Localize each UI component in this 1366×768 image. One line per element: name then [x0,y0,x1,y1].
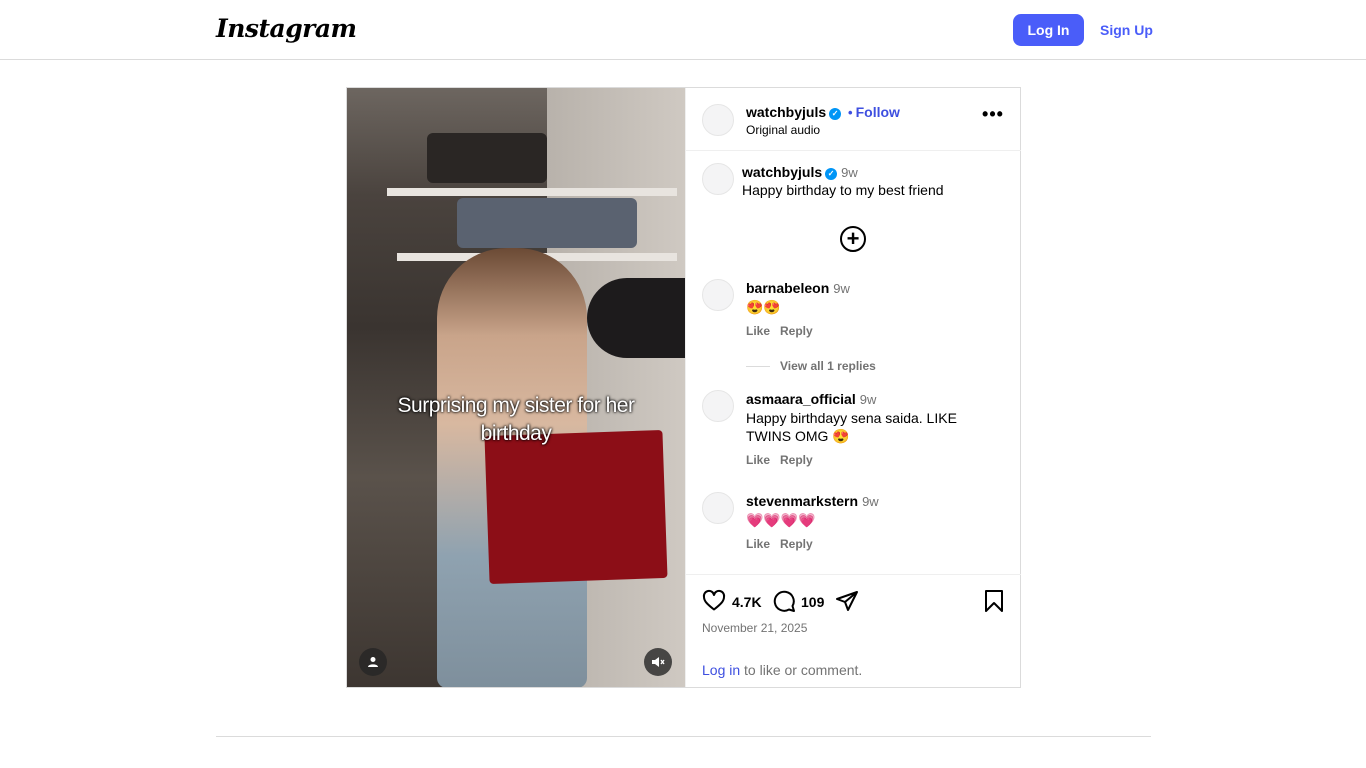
login-prompt-text: to like or comment. [740,662,863,678]
likes-count[interactable]: 4.7K [732,594,762,610]
folded-clothes [427,133,547,183]
avatar[interactable] [702,104,734,136]
caption-username[interactable]: watchbyjuls [742,164,822,180]
comment-username[interactable]: stevenmarkstern [746,493,858,509]
post-card: Surprising my sister for her birthday wa… [346,87,1021,688]
comment-author: stevenmarkstern 9w [746,493,879,509]
more-options-icon[interactable]: ••• [982,105,1004,129]
follow-button[interactable]: Follow [856,104,900,120]
avatar[interactable] [702,492,734,524]
comment-actions: Like Reply [746,453,823,467]
comment-time: 9w [859,392,877,407]
comment-text: Happy birthdayy sena saida. LIKE TWINS O… [746,410,957,444]
gift-bag [484,429,668,585]
reply-button[interactable]: Reply [780,453,813,467]
comment-actions: Like Reply [746,537,823,551]
view-replies-label: View all 1 replies [780,359,876,373]
like-comment-button[interactable]: Like [746,453,770,467]
login-link[interactable]: Log in [702,662,740,678]
avatar[interactable] [702,279,734,311]
closet-shelf [387,188,677,196]
avatar[interactable] [702,390,734,422]
comment-username[interactable]: asmaara_official [746,391,856,407]
caption-author: watchbyjuls ✓ 9w [742,164,858,180]
post-header: watchbyjuls ✓ • Follow Original audio ••• [686,88,1021,151]
comment-author: barnabeleon 9w [746,280,850,296]
comment-time: 9w [833,281,850,296]
comment-username[interactable]: barnabeleon [746,280,829,296]
post-sidebar: watchbyjuls ✓ • Follow Original audio ••• … [685,88,1021,687]
comments-count[interactable]: 109 [801,594,824,610]
signup-link[interactable]: Sign Up [1100,22,1153,38]
author-username[interactable]: watchbyjuls [746,104,826,120]
caption-text: Happy birthday to my best friend [742,182,944,198]
comment-actions: Like Reply [746,324,823,338]
instagram-logo[interactable]: Instagram [216,14,357,43]
speaker-muted-icon[interactable] [644,648,672,676]
post-author: watchbyjuls ✓ • Follow [746,104,900,120]
comment-author: asmaara_official 9w [746,391,876,407]
person-icon[interactable] [359,648,387,676]
post-actions: 4.7K 109 November 21, 2025 Log in to lik… [686,574,1021,687]
reply-button[interactable]: Reply [780,324,813,338]
avatar[interactable] [702,163,734,195]
comment-time: 9w [862,494,879,509]
verified-badge-icon: ✓ [829,107,842,120]
comment-text: 💗💗💗💗 [746,512,816,528]
comments-section: watchbyjuls ✓ 9w Happy birthday to my best… [686,152,1021,573]
load-more-comments-icon[interactable]: + [840,226,866,252]
verified-badge-icon: ✓ [825,167,838,180]
footer-divider [216,736,1151,737]
video-overlay-text: Surprising my sister for her birthday [397,394,635,445]
reply-button[interactable]: Reply [780,537,813,551]
reel-video[interactable]: Surprising my sister for her birthday [347,88,685,687]
post-date[interactable]: November 21, 2025 [702,621,807,635]
bookmark-icon[interactable] [982,589,1006,613]
divider-line [746,366,770,368]
like-comment-button[interactable]: Like [746,324,770,338]
view-replies-button[interactable]: View all 1 replies [746,359,876,373]
top-nav-bar: Instagram Log In Sign Up [0,0,1366,60]
heart-icon[interactable] [702,589,726,613]
comment-bubble-icon[interactable] [772,589,796,613]
separator-dot: • [848,105,853,120]
login-button[interactable]: Log In [1013,14,1084,46]
audio-label[interactable]: Original audio [746,123,820,137]
login-prompt: Log in to like or comment. [702,662,862,678]
arm-figure [587,278,685,358]
caption-time: 9w [841,165,858,180]
like-comment-button[interactable]: Like [746,537,770,551]
comment-text: 😍😍 [746,299,781,315]
share-paper-plane-icon[interactable] [835,589,859,613]
folded-clothes [457,198,637,248]
